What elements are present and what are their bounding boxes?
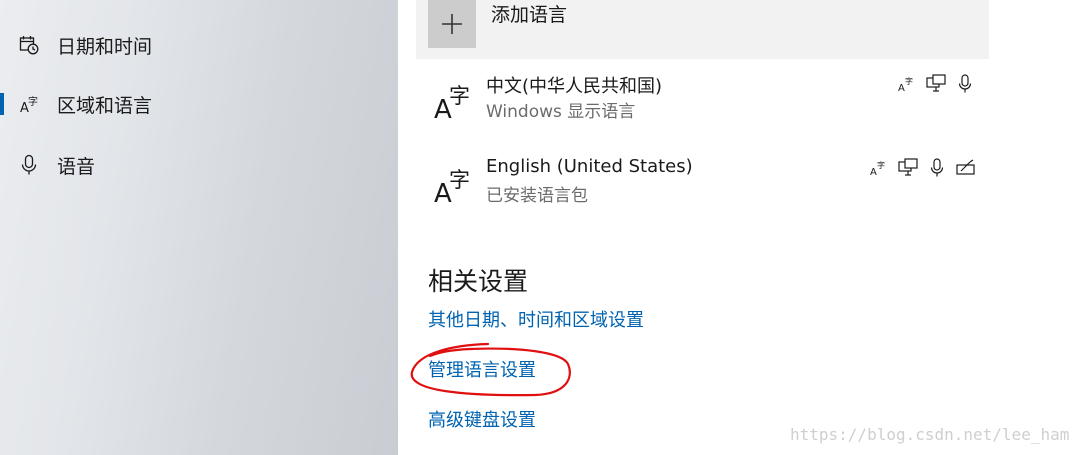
svg-text:A: A [870,167,877,177]
plus-icon [428,0,476,48]
speech-icon [955,74,975,94]
handwriting-icon [956,158,976,178]
sidebar-item-label: 日期和时间 [57,35,153,58]
sidebar-item-label: 区域和语言 [57,94,153,117]
sidebar-item-speech[interactable]: 语音 [0,143,398,187]
language-icon: A 字 [434,160,474,209]
sidebar-item-date-time[interactable]: 日期和时间 [0,23,398,67]
language-name: English (United States) [486,156,693,177]
related-settings-title: 相关设置 [428,267,529,296]
language-pack-icon: A 字 [869,158,889,178]
main-content: 添加语言 A 字 中文(中华人民共和国) Windows 显示语言 A 字 A … [398,0,1091,455]
svg-text:字: 字 [449,84,470,108]
language-item-zh-cn[interactable]: A 字 中文(中华人民共和国) Windows 显示语言 A 字 [416,62,989,140]
language-icon: A 字 [434,76,474,125]
language-pack-icon: A 字 [897,74,917,94]
language-status: 已安装语言包 [486,186,588,206]
manage-language-settings-link[interactable]: 管理语言设置 [428,356,536,382]
language-features: A 字 [869,158,976,178]
selection-indicator [0,93,4,115]
sidebar-item-label: 语音 [57,155,96,178]
language-features: A 字 [897,74,975,94]
svg-text:字: 字 [905,76,913,86]
add-language-label: 添加语言 [491,4,568,26]
svg-text:字: 字 [449,168,470,192]
microphone-icon [18,154,40,176]
language-status: Windows 显示语言 [486,102,636,122]
calendar-clock-icon [18,34,40,56]
sidebar-item-region-language[interactable]: A 字 区域和语言 [0,82,398,126]
svg-text:字: 字 [28,95,38,108]
display-language-icon [898,158,918,178]
other-date-time-region-link[interactable]: 其他日期、时间和区域设置 [428,306,644,332]
language-name: 中文(中华人民共和国) [486,76,663,97]
advanced-keyboard-settings-link[interactable]: 高级键盘设置 [428,406,536,432]
svg-text:A: A [898,83,905,93]
watermark: https://blog.csdn.net/lee_ham [790,425,1070,444]
sidebar: 日期和时间 A 字 区域和语言 语音 [0,0,398,455]
language-item-en-us[interactable]: A 字 English (United States) 已安装语言包 A 字 [416,146,989,224]
speech-icon [927,158,947,178]
svg-text:字: 字 [877,160,885,170]
add-language-button[interactable]: 添加语言 [416,0,989,59]
language-icon: A 字 [18,93,40,115]
display-language-icon [926,74,946,94]
settings-window: 日期和时间 A 字 区域和语言 语音 添加语言 A 字 中文(中华人民共和国) … [0,0,1091,455]
